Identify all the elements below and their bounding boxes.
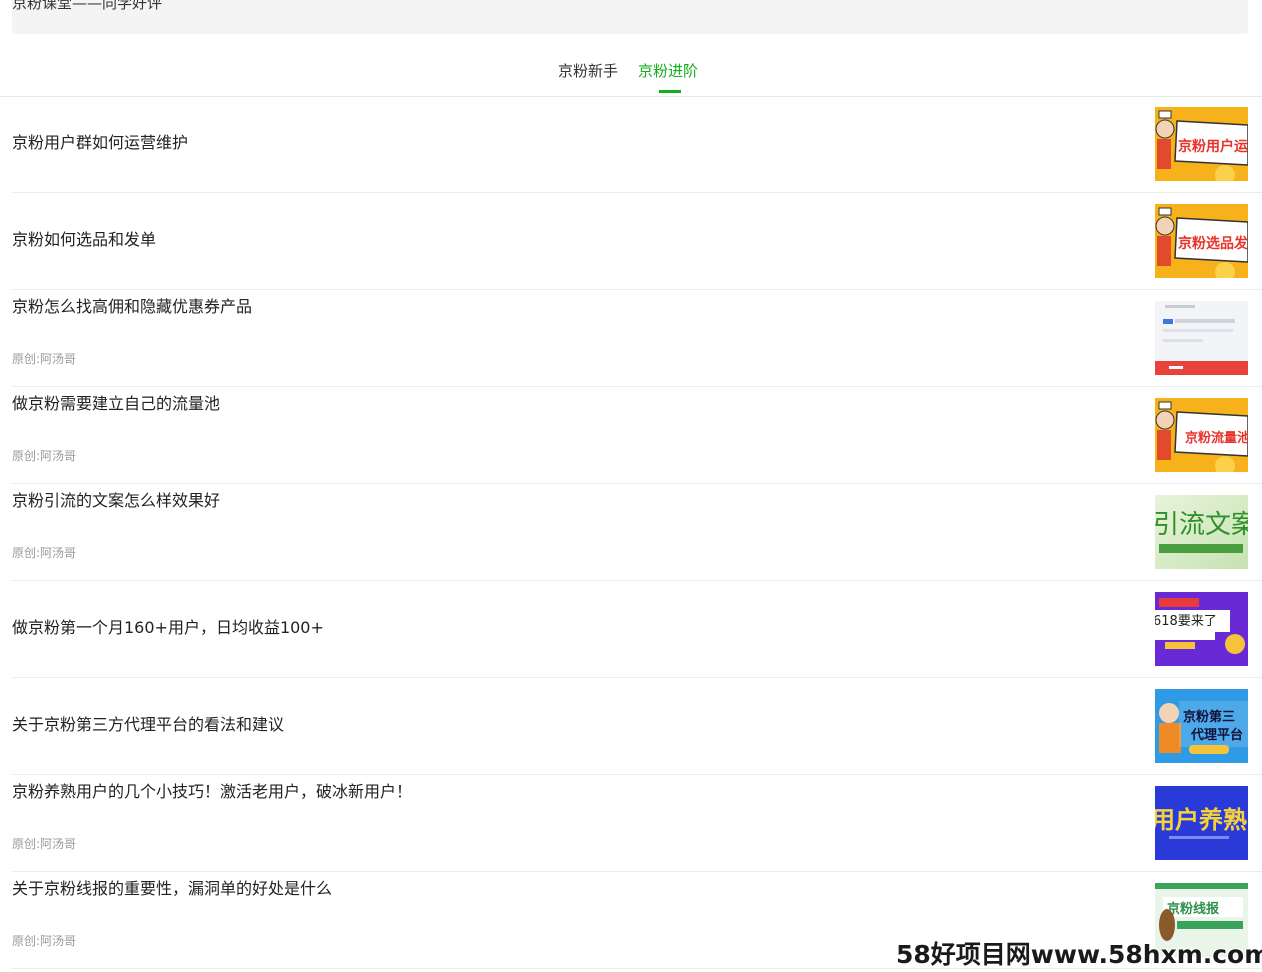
article-author: 原创:阿汤哥 xyxy=(12,837,77,851)
article-item[interactable]: 京粉引流的文案怎么样效果好 原创:阿汤哥 引流文案 xyxy=(0,484,1262,581)
article-author: 原创:阿汤哥 xyxy=(12,546,77,560)
tab-beginner[interactable]: 京粉新手 xyxy=(558,60,618,82)
article-thumbnail: 京粉用户运 xyxy=(1155,107,1248,181)
article-author: 原创:阿汤哥 xyxy=(12,449,77,463)
tab-advanced[interactable]: 京粉进阶 xyxy=(638,60,698,82)
article-title: 关于京粉线报的重要性，漏洞单的好处是什么 xyxy=(12,879,333,898)
article-thumbnail: 用户养熟 xyxy=(1155,786,1248,860)
article-title: 关于京粉第三方代理平台的看法和建议 xyxy=(12,715,285,734)
article-author: 原创:阿汤哥 xyxy=(12,934,77,948)
article-thumbnail: 京粉选品发 xyxy=(1155,204,1248,278)
article-item[interactable]: 做京粉第一个月160+用户，日均收益100+ 618要来了 xyxy=(0,581,1262,678)
svg-text:京粉用户运: 京粉用户运 xyxy=(1178,138,1248,155)
article-title: 京粉用户群如何运营维护 xyxy=(12,133,189,152)
article-thumbnail xyxy=(1155,301,1248,375)
svg-text:京粉第三: 京粉第三 xyxy=(1183,709,1235,725)
article-title: 做京粉需要建立自己的流量池 xyxy=(12,394,221,413)
article-author: 原创:阿汤哥 xyxy=(12,352,77,366)
svg-text:引流文案: 引流文案 xyxy=(1155,510,1248,540)
article-thumbnail: 京粉流量池 xyxy=(1155,398,1248,472)
article-item[interactable]: 京粉用户群如何运营维护 京粉用户运 xyxy=(0,96,1262,193)
svg-text:京粉流量池: 京粉流量池 xyxy=(1185,430,1248,446)
article-item[interactable]: 京粉如何选品和发单 京粉选品发 xyxy=(0,193,1262,290)
svg-text:代理平台: 代理平台 xyxy=(1190,727,1243,743)
svg-text:618要来了: 618要来了 xyxy=(1155,614,1217,629)
article-title: 京粉引流的文案怎么样效果好 xyxy=(12,491,221,510)
page-title: 京粉课堂——同学好评 xyxy=(12,0,163,12)
article-title: 京粉养熟用户的几个小技巧！激活老用户，破冰新用户！ xyxy=(12,782,413,801)
article-item[interactable]: 京粉怎么找高佣和隐藏优惠券产品 原创:阿汤哥 xyxy=(0,290,1262,387)
article-thumbnail: 618要来了 xyxy=(1155,592,1248,666)
tab-bar: 京粉新手 京粉进阶 xyxy=(0,50,1262,97)
article-title: 京粉如何选品和发单 xyxy=(12,230,157,249)
active-tab-indicator xyxy=(659,90,681,93)
header-bar xyxy=(12,0,1248,34)
article-item[interactable]: 做京粉需要建立自己的流量池 原创:阿汤哥 京粉流量池 xyxy=(0,387,1262,484)
article-thumbnail: 京粉第三 代理平台 xyxy=(1155,689,1248,763)
article-list: 京粉用户群如何运营维护 京粉用户运 京粉如何选品和发单 京粉选品发 京粉怎么找高… xyxy=(0,96,1262,969)
svg-text:京粉选品发: 京粉选品发 xyxy=(1178,235,1248,252)
article-item[interactable]: 关于京粉第三方代理平台的看法和建议 京粉第三 代理平台 xyxy=(0,678,1262,775)
article-item[interactable]: 京粉养熟用户的几个小技巧！激活老用户，破冰新用户！ 原创:阿汤哥 用户养熟 xyxy=(0,775,1262,872)
watermark: 58好项目网www.58hxm.com xyxy=(896,940,1262,969)
svg-text:用户养熟: 用户养熟 xyxy=(1155,806,1247,834)
article-title: 京粉怎么找高佣和隐藏优惠券产品 xyxy=(12,297,253,316)
svg-text:京粉线报: 京粉线报 xyxy=(1167,901,1220,917)
article-thumbnail: 引流文案 xyxy=(1155,495,1248,569)
article-title: 做京粉第一个月160+用户，日均收益100+ xyxy=(12,618,324,637)
